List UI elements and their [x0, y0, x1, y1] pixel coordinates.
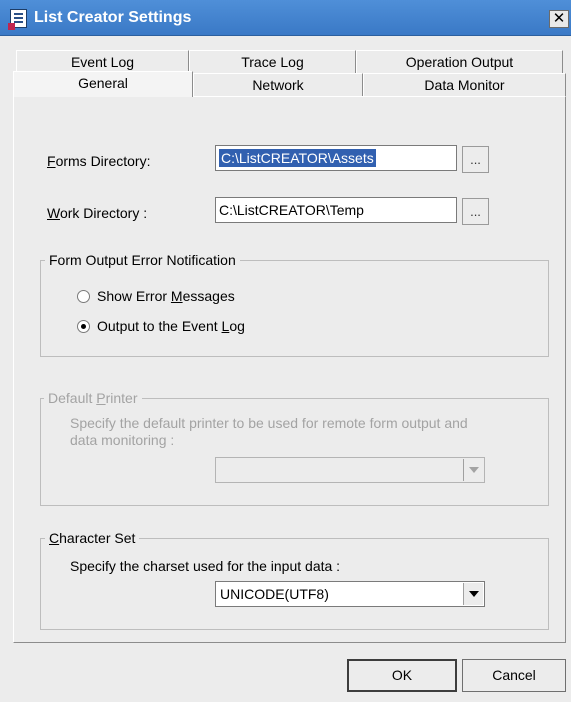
tab-data-monitor[interactable]: Data Monitor	[363, 73, 566, 97]
character-set-description: Specify the charset used for the input d…	[70, 558, 341, 574]
work-directory-input[interactable]: C:\ListCREATOR\Temp	[215, 197, 457, 223]
work-directory-value: C:\ListCREATOR\Temp	[219, 202, 364, 218]
tab-operation-output[interactable]: Operation Output	[356, 50, 563, 74]
close-button[interactable]: ✕	[549, 10, 569, 28]
forms-directory-input[interactable]: C:\ListCREATOR\Assets	[215, 145, 457, 171]
default-printer-description-line2: data monitoring :	[70, 432, 175, 448]
forms-directory-browse-button[interactable]: ...	[462, 146, 489, 173]
forms-directory-label: Forms Directory:	[47, 153, 151, 169]
chevron-down-icon[interactable]	[463, 459, 483, 481]
default-printer-description-line1: Specify the default printer to be used f…	[70, 415, 468, 431]
window-title: List Creator Settings	[34, 9, 192, 26]
output-to-event-log-radio[interactable]	[77, 320, 90, 333]
show-error-messages-radio[interactable]	[77, 290, 90, 303]
default-printer-select[interactable]	[215, 457, 485, 483]
tab-network[interactable]: Network	[193, 73, 363, 97]
output-to-event-log-label[interactable]: Output to the Event Log	[97, 318, 245, 334]
character-set-select[interactable]: UNICODE(UTF8)	[215, 581, 485, 607]
cancel-button[interactable]: Cancel	[462, 659, 566, 692]
work-directory-browse-button[interactable]: ...	[462, 198, 489, 225]
character-set-selected: UNICODE(UTF8)	[220, 586, 329, 602]
forms-directory-value: C:\ListCREATOR\Assets	[219, 149, 376, 167]
settings-dialog: List Creator Settings ✕ Event Log Trace …	[0, 0, 571, 702]
error-notification-group	[40, 260, 549, 357]
show-error-messages-label[interactable]: Show Error Messages	[97, 288, 235, 304]
title-bar: List Creator Settings ✕	[0, 0, 571, 36]
default-printer-title: Default Printer	[44, 390, 142, 406]
error-notification-title: Form Output Error Notification	[45, 252, 240, 268]
tab-trace-log[interactable]: Trace Log	[189, 50, 356, 74]
character-set-title: Character Set	[45, 530, 140, 546]
work-directory-label: Work Directory :	[47, 205, 148, 221]
list-creator-app-icon	[8, 9, 27, 30]
tab-general[interactable]: General	[13, 71, 193, 97]
ok-button[interactable]: OK	[347, 659, 457, 692]
chevron-down-icon[interactable]	[463, 583, 483, 605]
